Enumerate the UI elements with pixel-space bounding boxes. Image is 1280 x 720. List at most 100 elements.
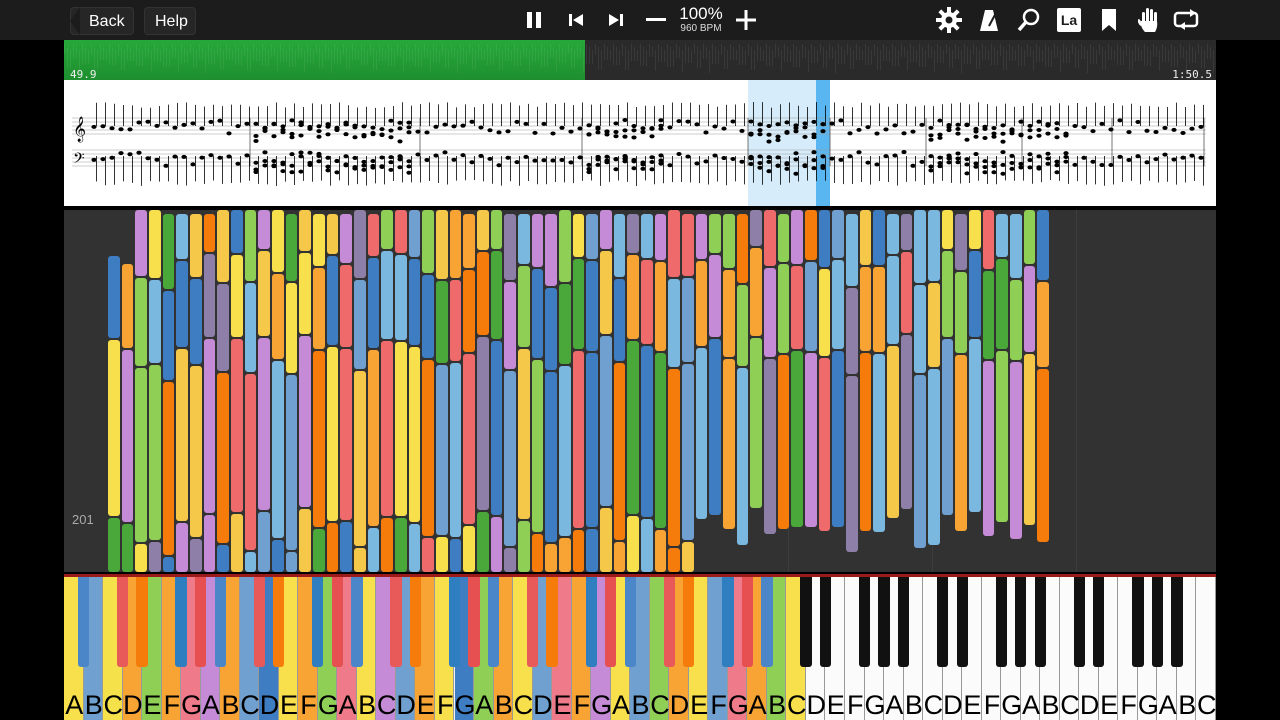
- minus-icon[interactable]: [641, 6, 671, 34]
- black-key[interactable]: [741, 577, 754, 667]
- white-key[interactable]: C: [1196, 577, 1216, 720]
- black-key[interactable]: [487, 577, 500, 667]
- falling-note: [176, 260, 188, 348]
- progress-bar[interactable]: 49.9 1:50.5: [64, 40, 1216, 81]
- falling-note: [805, 261, 817, 351]
- progress-tick: [802, 44, 803, 58]
- black-key[interactable]: [1132, 577, 1144, 667]
- loop-icon[interactable]: [1172, 6, 1202, 34]
- black-key[interactable]: [1034, 577, 1046, 667]
- pause-icon[interactable]: [519, 6, 549, 34]
- note-head-treble: [1018, 132, 1024, 137]
- piano-keyboard[interactable]: ABCDEFGABCDEFGABCDEFGABCDEFGABCDEFGABCDE…: [64, 577, 1216, 720]
- key-label: F: [573, 690, 590, 720]
- progress-tick: [598, 47, 599, 69]
- falling-note: [777, 263, 790, 353]
- note-head-bass: [946, 160, 952, 165]
- note-head-treble: [622, 134, 628, 139]
- note-head-bass: [334, 170, 340, 175]
- search-icon[interactable]: [1014, 6, 1044, 34]
- black-key[interactable]: [409, 577, 422, 667]
- falling-note: [463, 214, 476, 268]
- skip-forward-icon[interactable]: [601, 6, 631, 34]
- note-head-bass: [577, 155, 583, 160]
- falling-note: [627, 340, 640, 514]
- black-key[interactable]: [331, 577, 343, 667]
- black-key[interactable]: [761, 577, 773, 667]
- note-head-bass: [217, 155, 223, 160]
- black-key[interactable]: [936, 577, 949, 667]
- black-key[interactable]: [819, 577, 832, 667]
- black-key[interactable]: [1073, 577, 1085, 667]
- black-key[interactable]: [1171, 577, 1183, 667]
- black-key[interactable]: [526, 577, 539, 667]
- hand-icon[interactable]: [1134, 6, 1164, 34]
- note-head-bass: [235, 161, 241, 166]
- black-key[interactable]: [390, 577, 402, 667]
- gear-icon[interactable]: [934, 6, 964, 34]
- help-button[interactable]: Help: [144, 7, 196, 35]
- black-key[interactable]: [663, 577, 675, 667]
- black-key[interactable]: [77, 577, 90, 667]
- black-key[interactable]: [1093, 577, 1105, 667]
- note-head-treble: [370, 125, 376, 130]
- black-key[interactable]: [1015, 577, 1027, 667]
- note-head-treble: [397, 139, 403, 144]
- black-key[interactable]: [214, 577, 226, 667]
- black-key[interactable]: [195, 577, 207, 667]
- note-head-bass: [271, 159, 277, 164]
- black-key[interactable]: [253, 577, 265, 667]
- black-key[interactable]: [175, 577, 187, 667]
- falling-note: [545, 287, 558, 370]
- progress-tick: [406, 44, 407, 62]
- metronome-icon[interactable]: [974, 6, 1004, 34]
- black-key[interactable]: [858, 577, 871, 667]
- label-icon[interactable]: La: [1054, 6, 1084, 34]
- progress-tick: [874, 44, 875, 56]
- black-key[interactable]: [448, 577, 461, 667]
- progress-tick: [937, 44, 938, 63]
- black-key[interactable]: [116, 577, 129, 667]
- note-head-treble: [649, 126, 655, 131]
- black-key[interactable]: [878, 577, 890, 667]
- note-head-treble: [838, 118, 844, 123]
- black-key[interactable]: [468, 577, 480, 667]
- note-head-treble: [1009, 131, 1015, 136]
- progress-tick: [1147, 47, 1148, 66]
- black-key[interactable]: [585, 577, 597, 667]
- black-key[interactable]: [136, 577, 148, 667]
- progress-tick: [922, 47, 923, 67]
- black-key[interactable]: [605, 577, 617, 667]
- note-head-treble: [820, 129, 826, 134]
- progress-tick: [1033, 50, 1034, 71]
- note-head-treble: [298, 123, 304, 128]
- falling-note: [900, 252, 913, 334]
- progress-tick: [289, 44, 290, 67]
- note-head-bass: [262, 150, 268, 155]
- black-key[interactable]: [1151, 577, 1164, 667]
- note-head-treble: [127, 127, 133, 132]
- note-head-bass: [181, 154, 187, 159]
- black-key[interactable]: [897, 577, 910, 667]
- falling-note: [928, 282, 940, 368]
- note-head-bass: [766, 159, 772, 164]
- back-button[interactable]: Back: [70, 7, 134, 35]
- black-key[interactable]: [800, 577, 812, 667]
- skip-back-icon[interactable]: [561, 6, 591, 34]
- black-key[interactable]: [624, 577, 636, 667]
- sheet-music-strip[interactable]: 𝄞 𝄢: [64, 80, 1216, 206]
- note-head-bass: [973, 164, 979, 169]
- progress-tick: [637, 50, 638, 61]
- black-key[interactable]: [683, 577, 695, 667]
- note-head-bass: [397, 154, 403, 159]
- black-key[interactable]: [312, 577, 324, 667]
- black-key[interactable]: [351, 577, 363, 667]
- plus-icon[interactable]: [731, 6, 761, 34]
- falling-note: [162, 290, 175, 381]
- black-key[interactable]: [956, 577, 968, 667]
- black-key[interactable]: [546, 577, 558, 667]
- black-key[interactable]: [995, 577, 1007, 667]
- black-key[interactable]: [273, 577, 285, 667]
- bookmark-icon[interactable]: [1094, 6, 1124, 34]
- black-key[interactable]: [722, 577, 734, 667]
